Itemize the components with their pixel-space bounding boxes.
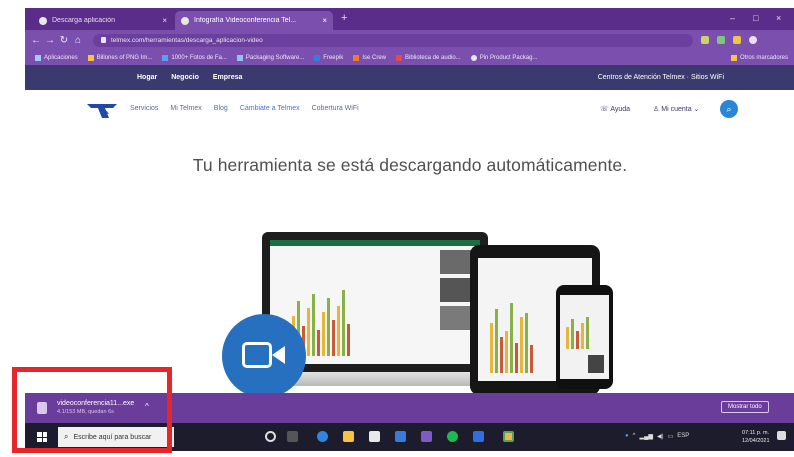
nav-mi-telmex[interactable]: Mi Telmex bbox=[170, 105, 201, 112]
lock-icon bbox=[101, 37, 106, 43]
site-link-negocio[interactable]: Negocio bbox=[171, 74, 199, 81]
forward-button[interactable]: → bbox=[43, 35, 57, 46]
show-all-button[interactable]: Mostrar todo bbox=[721, 401, 769, 413]
nav-cambiate[interactable]: Cámbiate a Telmex bbox=[240, 105, 300, 112]
telmex-logo[interactable] bbox=[87, 104, 117, 118]
bookmark-favicon-icon bbox=[87, 54, 94, 61]
bookmark-favicon-icon bbox=[395, 54, 402, 61]
bookmark-item[interactable]: Billones of PNG Im... bbox=[87, 54, 152, 61]
teams-icon[interactable] bbox=[421, 431, 432, 442]
screen: Descarga aplicación × Infografía Videoco… bbox=[0, 0, 794, 457]
tab-favicon-icon bbox=[181, 16, 189, 25]
clock-date: 12/04/2021 bbox=[742, 438, 770, 444]
highlight-annotation-box bbox=[12, 367, 172, 453]
profile-avatar[interactable] bbox=[749, 36, 757, 44]
user-icon: ♙ bbox=[653, 106, 662, 113]
bookmark-favicon-icon bbox=[162, 54, 169, 61]
minimize-button[interactable]: – bbox=[730, 13, 735, 23]
url-text: telmex.com/herramientas/descarga_aplicac… bbox=[111, 36, 263, 44]
search-button[interactable]: ⌕ bbox=[720, 100, 738, 118]
spotify-icon[interactable] bbox=[447, 431, 458, 442]
tray-chevron-icon[interactable]: ^ bbox=[633, 433, 636, 440]
tab-close-icon[interactable]: × bbox=[162, 16, 167, 25]
tab-label: Descarga aplicación bbox=[52, 17, 116, 24]
nav-cobertura[interactable]: Cobertura WiFi bbox=[312, 105, 359, 112]
site-nav: Servicios Mi Telmex Blog Cámbiate a Telm… bbox=[25, 90, 794, 130]
nav-blog[interactable]: Blog bbox=[214, 105, 228, 112]
clock-time: 07:11 p. m. bbox=[742, 430, 770, 436]
chart-bars-decoration bbox=[566, 317, 589, 349]
mail-icon[interactable] bbox=[395, 431, 406, 442]
address-bar[interactable]: telmex.com/herramientas/descarga_aplicac… bbox=[93, 33, 693, 47]
apps-icon bbox=[35, 54, 41, 61]
tab-label: Infografía Videoconferencia Tel... bbox=[194, 17, 297, 24]
bookmark-favicon-icon bbox=[470, 54, 477, 61]
battery-icon[interactable]: ▭ bbox=[668, 433, 674, 440]
system-tray: ● ^ ▂▄▆ ◀) ▭ ESP bbox=[625, 433, 689, 440]
network-icon[interactable]: ▂▄▆ bbox=[639, 433, 652, 440]
volume-icon[interactable]: ◀) bbox=[657, 433, 664, 440]
reload-button[interactable]: ↻ bbox=[57, 35, 71, 46]
site-link-hogar[interactable]: Hogar bbox=[137, 74, 157, 81]
home-button[interactable]: ⌂ bbox=[71, 35, 85, 46]
bookmark-item[interactable]: 1000+ Fotos de Fa... bbox=[162, 54, 227, 61]
video-camera-icon bbox=[222, 314, 306, 398]
search-icon: ⌕ bbox=[726, 103, 732, 114]
bookmark-favicon-icon bbox=[236, 54, 243, 61]
browser-tab-strip: Descarga aplicación × Infografía Videoco… bbox=[25, 8, 794, 30]
bookmark-favicon-icon bbox=[314, 54, 321, 61]
nav-servicios[interactable]: Servicios bbox=[130, 105, 158, 112]
bookmark-item[interactable]: Ise Crew bbox=[353, 54, 386, 61]
new-tab-button[interactable]: + bbox=[341, 12, 347, 24]
help-link[interactable]: ☏ Ayuda bbox=[600, 105, 630, 113]
chrome-icon[interactable] bbox=[503, 431, 514, 442]
site-top-bar: Hogar Negocio Empresa Centros de Atenció… bbox=[25, 65, 794, 90]
extension-icon[interactable] bbox=[701, 36, 709, 44]
tab-infografia[interactable]: Infografía Videoconferencia Tel... × bbox=[175, 11, 333, 30]
tab-descarga[interactable]: Descarga aplicación × bbox=[33, 11, 173, 30]
phone-illustration bbox=[556, 285, 613, 389]
extension-icon[interactable] bbox=[717, 36, 725, 44]
onedrive-icon[interactable]: ● bbox=[625, 433, 629, 440]
tab-close-icon[interactable]: × bbox=[322, 16, 327, 25]
bookmark-item[interactable]: Biblioteca de audio... bbox=[395, 54, 461, 61]
edge-icon[interactable] bbox=[317, 431, 328, 442]
bookmark-item[interactable]: Packaging Software... bbox=[236, 54, 304, 61]
bookmarks-bar: Aplicaciones Billones of PNG Im... 1000+… bbox=[25, 50, 794, 65]
file-explorer-icon[interactable] bbox=[343, 431, 354, 442]
help-icon: ☏ bbox=[600, 106, 611, 113]
taskbar-clock[interactable]: 07:11 p. m. 12/04/2021 bbox=[742, 429, 770, 445]
browser-toolbar: ← → ↻ ⌂ telmex.com/herramientas/descarga… bbox=[25, 30, 794, 50]
input-language[interactable]: ESP bbox=[677, 433, 689, 440]
extension-icon[interactable] bbox=[733, 36, 741, 44]
chart-bars-decoration bbox=[490, 303, 533, 373]
back-button[interactable]: ← bbox=[29, 35, 43, 46]
bookmark-favicon-icon bbox=[353, 54, 360, 61]
site-top-right-links[interactable]: Centros de Atención Telmex · Sitios WiFi bbox=[598, 74, 724, 81]
page-headline: Tu herramienta se está descargando autom… bbox=[192, 155, 628, 175]
account-link[interactable]: ♙ Mi cuenta ⌄ bbox=[653, 105, 699, 113]
phone-screen-content bbox=[560, 295, 609, 379]
bookmark-item[interactable]: Aplicaciones bbox=[35, 54, 78, 61]
other-bookmarks[interactable]: Otros marcadores bbox=[730, 54, 788, 61]
maximize-button[interactable]: □ bbox=[753, 13, 758, 23]
tab-favicon-icon bbox=[39, 16, 47, 25]
site-link-empresa[interactable]: Empresa bbox=[213, 74, 243, 81]
task-view-icon[interactable] bbox=[287, 431, 298, 442]
store-icon[interactable] bbox=[369, 431, 380, 442]
cortana-icon[interactable] bbox=[265, 431, 276, 442]
bookmark-item[interactable]: Pin Product Packag... bbox=[470, 54, 537, 61]
close-window-button[interactable]: × bbox=[776, 13, 781, 23]
notifications-icon[interactable] bbox=[777, 431, 786, 440]
word-icon[interactable] bbox=[473, 431, 484, 442]
bookmark-item[interactable]: Freepik bbox=[314, 54, 343, 61]
folder-icon bbox=[730, 54, 737, 61]
